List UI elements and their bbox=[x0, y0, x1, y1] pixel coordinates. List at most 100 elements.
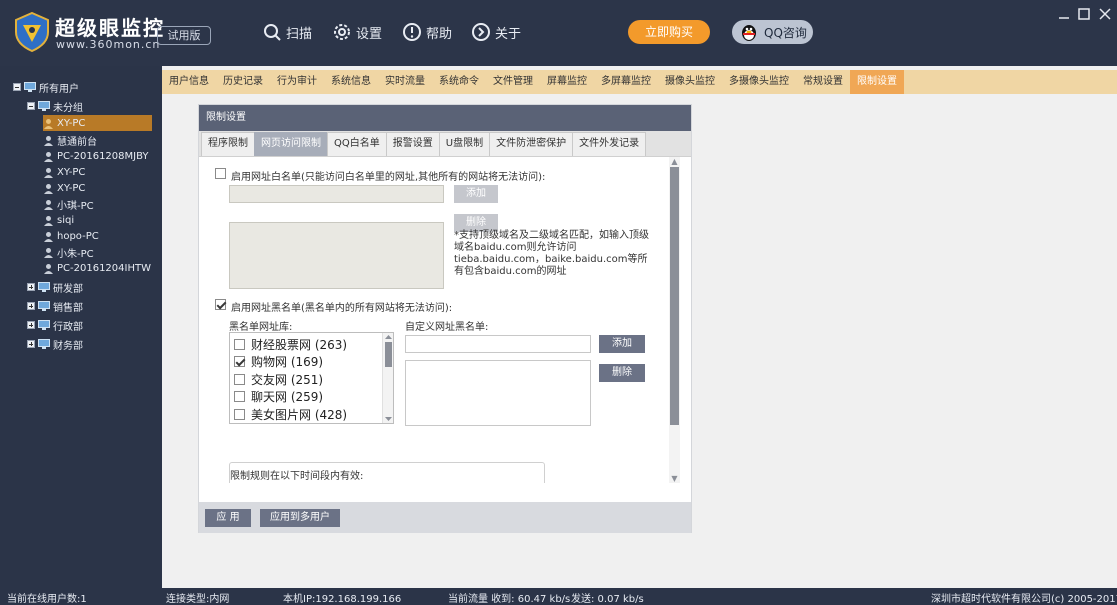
apply-multi-user-button[interactable]: 应用到多用户 bbox=[260, 509, 340, 527]
custom-blacklist-input[interactable] bbox=[405, 335, 591, 353]
tree-user-label: XY-PC bbox=[57, 182, 86, 194]
tree-user-item[interactable]: 小朱-PC bbox=[43, 244, 94, 260]
tab-restriction-settings[interactable]: 限制设置 bbox=[850, 70, 904, 94]
list-item-checkbox[interactable] bbox=[234, 408, 245, 420]
list-item[interactable]: 财经股票网 (263) bbox=[234, 336, 347, 352]
tab-general-settings[interactable]: 常规设置 bbox=[796, 70, 850, 94]
app-title: 超级眼监控 bbox=[55, 16, 165, 40]
expand-icon[interactable] bbox=[27, 283, 35, 291]
tab-realtime-traffic[interactable]: 实时流量 bbox=[378, 70, 432, 94]
subtab-file-leak[interactable]: 文件防泄密保护 bbox=[489, 132, 574, 156]
tab-screen-monitor[interactable]: 屏幕监控 bbox=[540, 70, 594, 94]
blacklist-add-button[interactable]: 添加 bbox=[599, 335, 645, 353]
tree-user-item[interactable]: XY-PC bbox=[43, 164, 85, 180]
custom-blacklist-list[interactable] bbox=[405, 360, 591, 426]
user-icon bbox=[44, 199, 53, 210]
minimize-icon[interactable] bbox=[1056, 6, 1072, 22]
subtab-file-outbound[interactable]: 文件外发记录 bbox=[572, 132, 647, 156]
blacklist-delete-button[interactable]: 删除 bbox=[599, 364, 645, 382]
collapse-icon[interactable] bbox=[27, 102, 35, 110]
whitelist-add-button[interactable]: 添加 bbox=[454, 185, 498, 203]
domain-match-hint: *支持顶级域名及二级域名匹配，如输入顶级域名baidu.com则允许访问tieb… bbox=[454, 230, 649, 277]
shield-logo-icon bbox=[15, 12, 49, 52]
tree-user-label: 小朱-PC bbox=[57, 248, 94, 260]
tab-user-info[interactable]: 用户信息 bbox=[162, 70, 216, 94]
expand-icon[interactable] bbox=[27, 321, 35, 329]
monitor-icon bbox=[38, 101, 50, 111]
panel-scrollbar[interactable]: ▲ ▼ bbox=[669, 157, 680, 483]
tab-file-manager[interactable]: 文件管理 bbox=[486, 70, 540, 94]
scroll-thumb[interactable] bbox=[670, 167, 679, 425]
qq-consult-button[interactable]: QQ咨询 bbox=[732, 20, 813, 44]
tree-group-department[interactable]: 行政部 bbox=[27, 317, 83, 333]
list-item-checkbox[interactable] bbox=[234, 338, 245, 350]
nav-help[interactable]: 帮助 bbox=[402, 20, 452, 44]
nav-settings[interactable]: 设置 bbox=[332, 20, 382, 44]
whitelist-url-input[interactable] bbox=[229, 185, 444, 203]
restriction-subtabs: 程序限制 网页访问限制 QQ白名单 报警设置 U盘限制 文件防泄密保护 文件外发… bbox=[199, 131, 691, 157]
tree-department-label: 销售部 bbox=[53, 302, 83, 314]
tab-multi-camera[interactable]: 多摄像头监控 bbox=[722, 70, 796, 94]
list-scrollbar[interactable] bbox=[382, 333, 393, 423]
list-item-checkbox[interactable] bbox=[234, 373, 245, 385]
apply-button[interactable]: 应 用 bbox=[205, 509, 251, 527]
tree-user-item[interactable]: XY-PC bbox=[43, 115, 152, 131]
tree-group-ungrouped[interactable]: 未分组 bbox=[27, 98, 83, 114]
tree-root-label: 所有用户 bbox=[39, 83, 79, 95]
tree-group-department[interactable]: 研发部 bbox=[27, 279, 83, 295]
user-icon bbox=[44, 135, 53, 146]
tab-system-command[interactable]: 系统命令 bbox=[432, 70, 486, 94]
tree-user-label: XY-PC bbox=[57, 166, 86, 178]
list-item-checkbox[interactable] bbox=[234, 390, 245, 402]
expand-icon[interactable] bbox=[27, 340, 35, 348]
close-icon[interactable] bbox=[1097, 6, 1113, 22]
tree-user-item[interactable]: XY-PC bbox=[43, 180, 85, 196]
scroll-up-icon[interactable]: ▲ bbox=[670, 157, 679, 166]
tree-user-item[interactable]: hopo-PC bbox=[43, 228, 99, 244]
scroll-down-icon[interactable]: ▼ bbox=[670, 474, 679, 483]
search-icon bbox=[264, 24, 281, 41]
tree-user-item[interactable]: PC-20161208MJBY bbox=[43, 148, 149, 164]
tree-user-item[interactable]: 小琪-PC bbox=[43, 196, 94, 212]
qq-penguin-icon bbox=[742, 25, 756, 41]
whitelist-list[interactable] bbox=[229, 222, 444, 289]
tree-user-item[interactable]: siqi bbox=[43, 212, 74, 228]
monitor-icon bbox=[38, 339, 50, 349]
list-item[interactable]: 交友网 (251) bbox=[234, 371, 323, 387]
list-item[interactable]: 聊天网 (259) bbox=[234, 388, 323, 404]
subtab-qq-whitelist[interactable]: QQ白名单 bbox=[327, 132, 387, 156]
tree-user-item[interactable]: PC-20161204IHTW bbox=[43, 260, 151, 276]
list-item[interactable]: 美女图片网 (428) bbox=[234, 406, 347, 422]
nav-scan[interactable]: 扫描 bbox=[262, 20, 312, 44]
subtab-usb[interactable]: U盘限制 bbox=[438, 132, 491, 156]
buy-now-button[interactable]: 立即购买 bbox=[628, 20, 710, 44]
tab-behavior-audit[interactable]: 行为审计 bbox=[270, 70, 324, 94]
subtab-web-access[interactable]: 网页访问限制 bbox=[254, 132, 328, 156]
collapse-icon[interactable] bbox=[13, 83, 21, 91]
tree-group-department[interactable]: 销售部 bbox=[27, 298, 83, 314]
nav-about-label: 关于 bbox=[495, 26, 522, 42]
tree-group-department[interactable]: 财务部 bbox=[27, 336, 83, 352]
list-item-checkbox[interactable] bbox=[234, 355, 245, 367]
whitelist-checkbox[interactable] bbox=[215, 168, 226, 179]
maximize-icon[interactable] bbox=[1076, 6, 1092, 22]
blacklist-library-list[interactable]: 财经股票网 (263) 购物网 (169) 交友网 (251) 聊天网 (259… bbox=[229, 332, 394, 424]
list-item[interactable]: 购物网 (169) bbox=[234, 353, 323, 369]
tab-camera[interactable]: 摄像头监控 bbox=[658, 70, 722, 94]
blacklist-checkbox[interactable] bbox=[215, 299, 226, 310]
tab-system-info[interactable]: 系统信息 bbox=[324, 70, 378, 94]
tree-user-item[interactable]: 慧通前台 bbox=[43, 132, 97, 148]
nav-about[interactable]: 关于 bbox=[471, 20, 521, 44]
subtab-program[interactable]: 程序限制 bbox=[201, 132, 255, 156]
local-ip-status: 本机IP:192.168.199.166 bbox=[283, 594, 402, 605]
tab-history[interactable]: 历史记录 bbox=[216, 70, 270, 94]
trial-badge: 试用版 bbox=[157, 26, 211, 45]
tree-user-label: 小琪-PC bbox=[57, 200, 94, 212]
qq-consult-label: QQ咨询 bbox=[764, 25, 807, 40]
tree-department-label: 行政部 bbox=[53, 321, 83, 333]
tree-root-all-users[interactable]: 所有用户 bbox=[13, 79, 79, 95]
tab-multi-screen[interactable]: 多屏幕监控 bbox=[594, 70, 658, 94]
expand-icon[interactable] bbox=[27, 302, 35, 310]
subtab-alarm[interactable]: 报警设置 bbox=[385, 132, 440, 156]
gear-icon bbox=[334, 24, 350, 40]
